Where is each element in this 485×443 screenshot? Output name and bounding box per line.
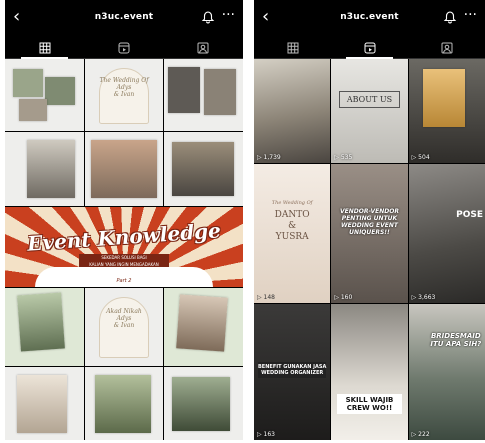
post-tile[interactable]: [164, 288, 243, 366]
profile-grid-screen: ‹ n3uc.event ··· The Wedding Of Adys & I…: [5, 0, 243, 440]
reel-view-count: ▷ 148: [257, 294, 275, 301]
bell-icon[interactable]: [443, 10, 457, 24]
post-tile[interactable]: The Wedding Of Adys & Ivan: [84, 59, 164, 131]
tab-tagged[interactable]: [408, 38, 485, 58]
post-tile[interactable]: [5, 288, 84, 366]
reels-grid: ▷ 1,739 ABOUT US ▷ 535 ▷ 504 The Wedding…: [254, 59, 485, 440]
profile-reels-screen: ‹ n3uc.event ··· ▷ 1,739 ABOUT US ▷ 535 …: [254, 0, 485, 440]
reel-view-count: ▷ 222: [411, 431, 430, 438]
reel-view-count: ▷ 163: [257, 431, 275, 438]
reel-tile[interactable]: POSE ▷ 3,663: [408, 164, 485, 303]
banner-base: [35, 267, 213, 287]
tab-grid[interactable]: [5, 38, 84, 59]
reel-caption: POSE: [456, 210, 483, 220]
tab-reels[interactable]: [331, 38, 408, 59]
reel-tile[interactable]: ▷ 1,739: [254, 59, 331, 163]
post-tile[interactable]: [5, 132, 84, 206]
event-knowledge-subtitle: SEKEDAR SOLUSI BAGI KALIAN YANG INGIN ME…: [79, 254, 169, 268]
reel-view-count: ▷ 1,739: [257, 154, 281, 161]
post-tile[interactable]: [164, 132, 243, 206]
reel-view-count: ▷ 504: [411, 154, 430, 161]
reel-tile[interactable]: VENDOR-VENDOR PENTING UNTUK WEDDING EVEN…: [331, 164, 408, 303]
post-grid: The Wedding Of Adys & Ivan Event Knowled…: [5, 59, 243, 440]
tab-reels[interactable]: [84, 38, 163, 58]
post-caption-akad: Akad Nikah Adys & Ivan: [106, 308, 142, 329]
reel-tile[interactable]: BRIDESMAID ITU APA SIH? ▷ 222: [408, 304, 485, 440]
profile-header: ‹ n3uc.event ···: [5, 0, 243, 38]
reel-tile[interactable]: BENEFIT GUNAKAN JASA WEDDING ORGANIZER ▷…: [254, 304, 331, 440]
reel-view-count: ▷ 160: [334, 294, 353, 301]
bell-icon[interactable]: [201, 10, 215, 24]
reels-icon: [118, 42, 130, 54]
post-tile[interactable]: [84, 132, 164, 206]
reel-view-count: ▷ 535: [334, 154, 353, 161]
reel-caption: BENEFIT GUNAKAN JASA WEDDING ORGANIZER: [258, 362, 327, 378]
post-tile[interactable]: [164, 367, 243, 440]
reel-caption: VENDOR-VENDOR PENTING UNTUK WEDDING EVEN…: [340, 208, 399, 236]
event-knowledge-part: Part 2: [116, 278, 132, 284]
more-icon[interactable]: ···: [222, 8, 235, 22]
post-caption-wedding: The Wedding Of Adys & Ivan: [99, 77, 149, 98]
profile-tabs: [5, 38, 243, 59]
reel-tile[interactable]: ▷ 504: [408, 59, 485, 163]
more-icon[interactable]: ···: [464, 8, 477, 22]
reel-caption: BRIDESMAID ITU APA SIH?: [430, 332, 482, 348]
reel-tile[interactable]: SKILL WAJIB CREW WO!!: [331, 304, 408, 440]
tagged-icon: [441, 42, 452, 54]
reel-caption-small: The Wedding Of: [271, 200, 313, 206]
reel-view-count: ▷ 3,663: [411, 294, 436, 301]
grid-icon: [287, 42, 298, 54]
post-tile[interactable]: Akad Nikah Adys & Ivan: [84, 288, 164, 366]
reel-caption: DANTO & YUSRA: [274, 210, 310, 242]
post-tile[interactable]: [5, 367, 84, 440]
tab-tagged[interactable]: [164, 38, 243, 58]
post-tile[interactable]: [164, 59, 243, 131]
reel-tile[interactable]: ABOUT US ▷ 535: [331, 59, 408, 163]
profile-header: ‹ n3uc.event ···: [254, 0, 485, 38]
post-tile[interactable]: [84, 367, 164, 440]
tagged-icon: [197, 42, 209, 54]
post-tile[interactable]: [5, 59, 84, 131]
tab-grid[interactable]: [254, 38, 331, 58]
event-knowledge-post[interactable]: Event Knowledge SEKEDAR SOLUSI BAGI KALI…: [5, 207, 243, 287]
reel-tile[interactable]: The Wedding Of DANTO & YUSRA ▷ 148: [254, 164, 331, 303]
grid-icon: [39, 42, 51, 54]
reels-icon: [364, 42, 375, 54]
profile-tabs: [254, 38, 485, 59]
reel-caption: SKILL WAJIB CREW WO!!: [337, 394, 402, 414]
reel-caption: ABOUT US: [339, 91, 400, 108]
